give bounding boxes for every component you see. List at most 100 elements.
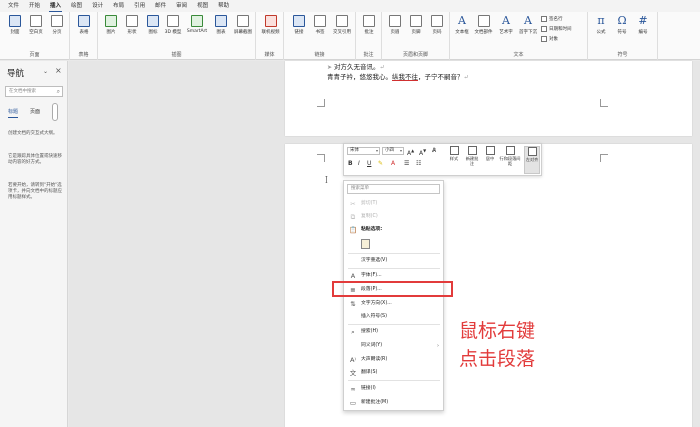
clear-format-icon[interactable]: A̷ [432,147,436,155]
grow-font-icon[interactable]: A▲ [407,147,414,158]
synonyms-menu-item[interactable]: 同义词(Y) › [344,341,443,351]
styles-button[interactable]: 样式 [446,146,462,161]
signature-line-button[interactable]: 签名行 [541,16,563,22]
font-menu-item[interactable]: A 字体(F)... [344,271,443,281]
copy-menu-item[interactable]: ⧉ 复制(C) [344,212,443,222]
blank-page-icon [30,15,42,27]
page-break-icon [51,15,63,27]
icons-button[interactable]: 图标 [143,15,163,35]
shapes-icon [126,15,138,27]
new-comment-button[interactable]: 新建批注 [464,146,480,166]
hanzi-reconvert-menu-item[interactable]: 汉字重选(V) [344,256,443,266]
tab-help[interactable]: 帮助 [218,0,229,12]
numbering-button[interactable]: # 编号 [633,15,653,36]
bookmark-button[interactable]: 书签 [310,15,330,35]
group-label-links: 链接 [314,52,325,58]
group-label-header-footer: 页眉和页脚 [402,52,428,58]
nav-scroll-handle[interactable] [52,103,58,121]
center-button[interactable]: 居中 [482,146,498,161]
page-break-button[interactable]: 分页 [47,15,67,35]
footer-icon [410,15,422,27]
close-icon[interactable]: × [55,66,62,75]
tab-layout[interactable]: 布局 [113,0,124,12]
instruction-annotation: 鼠标右键 点击段落 [459,317,569,373]
align-left-button[interactable]: 左对齐 [524,146,540,174]
object-button[interactable]: 对象 [541,36,558,42]
tab-design[interactable]: 设计 [92,0,103,12]
header-button[interactable]: 页眉 [385,15,405,35]
clipboard-icon: 📋 [349,226,358,234]
table-button[interactable]: 表格 [74,15,94,35]
bullets-icon[interactable]: ☰ [404,160,409,168]
page-number-icon [431,15,443,27]
text-direction-menu-item[interactable]: ⇅ 文字方向(X)... [344,299,443,309]
ribbon-group-pages: 封面 空白页 分页 页面 [0,12,70,60]
nav-tab-pages[interactable]: 页面 [30,108,40,115]
doc-line-1[interactable]: ➤ 对方久无音讯。↵ [327,61,384,71]
nav-help-text-1: 创建文档的交互式大纲。 [8,131,58,136]
date-time-button[interactable]: 日期和时间 [541,26,572,32]
drop-cap-button[interactable]: A 首字下沉 [517,15,539,36]
textbox-button[interactable]: A 文本框 [452,15,472,36]
tab-draw[interactable]: 绘图 [71,0,82,12]
nav-tab-headings[interactable]: 标题 [8,108,19,118]
read-aloud-menu-item[interactable]: A⁾ 大声朗读(R) [344,355,443,365]
cut-menu-item[interactable]: ✂ 剪切(T) [344,199,443,209]
tab-view[interactable]: 视图 [197,0,208,12]
ribbon-group-tables: 表格 表格 [70,12,98,60]
cross-reference-button[interactable]: 交叉引用 [330,15,354,35]
shrink-font-icon[interactable]: A▼ [419,147,426,158]
shapes-button[interactable]: 形状 [122,15,142,35]
screenshot-button[interactable]: 屏幕截图 [231,15,255,35]
underline-icon[interactable]: U [367,160,371,168]
symbol-button[interactable]: Ω 符号 [612,15,632,36]
search-icon[interactable]: ⌕ [57,88,60,96]
font-name-select[interactable]: 宋体 ▾ [347,147,380,155]
document-page-1[interactable]: ➤ 对方久无音讯。↵ 青青子衿，悠悠我心。纵我不往，子宁不嗣音？↵ [285,61,692,136]
chart-button[interactable]: 图表 [211,15,231,35]
cover-page-button[interactable]: 封面 [5,15,25,35]
chevron-down-icon[interactable]: ⌄ [43,68,48,75]
link-button[interactable]: 链接 [289,15,309,35]
italic-icon[interactable]: I [358,160,360,168]
equation-button[interactable]: π 公式 [591,15,611,36]
doc-line-2[interactable]: 青青子衿，悠悠我心。纵我不往，子宁不嗣音？↵ [327,71,469,81]
blank-page-button[interactable]: 空白页 [26,15,46,35]
footer-button[interactable]: 页脚 [406,15,426,35]
comment-button[interactable]: 批注 [359,15,379,35]
page-number-button[interactable]: 页码 [427,15,447,35]
font-size-select[interactable]: 小四 ▾ [382,147,404,155]
tab-insert[interactable]: 插入 [49,0,63,12]
font-color-icon[interactable]: A [391,160,395,168]
chart-icon [215,15,227,27]
paste-keep-text-icon[interactable] [361,239,370,249]
tab-references[interactable]: 引用 [134,0,145,12]
numbering-list-icon[interactable]: ☷ [416,160,421,168]
online-video-button[interactable]: 联机视频 [259,15,282,35]
bold-icon[interactable]: B [348,160,353,168]
3d-models-button[interactable]: 3D 模型 [162,15,184,35]
insert-symbol-menu-item[interactable]: 插入符号(S) [344,312,443,322]
ribbon-group-text: A 文本框 文档部件 A 艺术字 A 首字下沉 签名行 日期和时间 对象 文本 [450,12,588,60]
highlight-icon[interactable]: ✎ [378,160,383,168]
smartart-button[interactable]: SmartArt [184,15,210,34]
wordart-button[interactable]: A 艺术字 [496,15,516,36]
line-spacing-button[interactable]: 行和段落间距 [499,146,521,166]
search-menu-item[interactable]: ⌕ 搜索(H) [344,327,443,337]
ribbon-group-symbols: π 公式 Ω 符号 # 编号 符号 [588,12,658,60]
menu-separator [348,253,440,254]
tab-mailings[interactable]: 邮件 [155,0,166,12]
context-menu-search-input[interactable]: 搜索菜单 [347,184,440,194]
link-menu-item[interactable]: ∞ 链接(I) [344,384,443,394]
mini-toolbar: 宋体 ▾ 小四 ▾ A▲ A▼ A̷ B I U ✎ A ☰ ☷ 样式 新建批注 居… [343,143,542,176]
tab-file[interactable]: 文件 [8,0,19,12]
nav-search-input[interactable]: 在文档中搜索 ⌕ [5,86,63,97]
pictures-button[interactable]: 图片 [101,15,121,35]
new-comment-menu-item[interactable]: ▭ 新建批注(M) [344,398,443,408]
tab-home[interactable]: 开始 [29,0,40,12]
ribbon: 封面 空白页 分页 页面 表格 表格 图片 形状 图标 3D 模型 SmartA… [0,12,700,60]
tab-review[interactable]: 审阅 [176,0,187,12]
translate-menu-item[interactable]: 文翻译(S) [344,368,443,378]
ribbon-group-header-footer: 页眉 页脚 页码 页眉和页脚 [382,12,450,60]
quick-parts-button[interactable]: 文档部件 [472,15,495,35]
